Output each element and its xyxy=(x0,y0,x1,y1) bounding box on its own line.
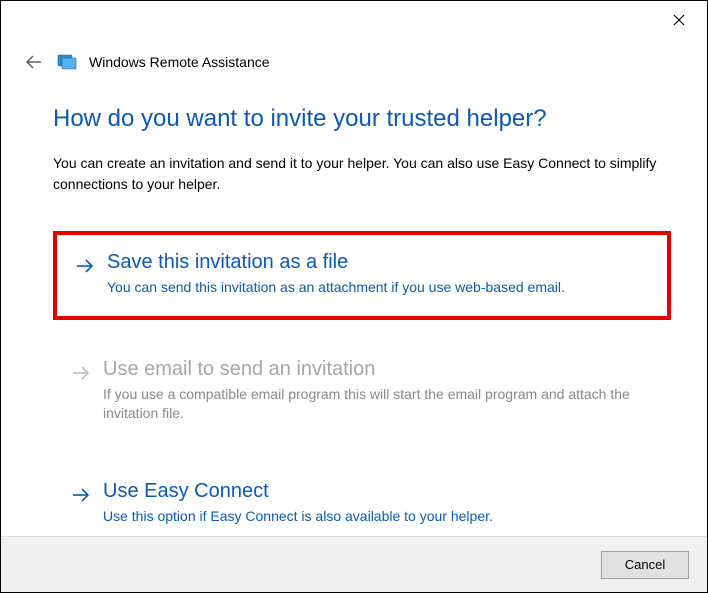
cancel-button[interactable]: Cancel xyxy=(601,551,689,579)
option-desc: You can send this invitation as an attac… xyxy=(107,278,649,298)
option-desc: Use this option if Easy Connect is also … xyxy=(103,507,653,527)
arrow-left-icon xyxy=(25,55,43,69)
page-subtext: You can create an invitation and send it… xyxy=(53,153,671,195)
option-title: Use email to send an invitation xyxy=(103,358,653,381)
close-button[interactable] xyxy=(665,9,693,31)
option-title: Save this invitation as a file xyxy=(107,251,649,274)
option-save-file[interactable]: Save this invitation as a file You can s… xyxy=(53,231,671,320)
option-easy-connect[interactable]: Use Easy Connect Use this option if Easy… xyxy=(53,464,671,545)
content: How do you want to invite your trusted h… xyxy=(53,105,671,566)
app-icon xyxy=(57,53,77,71)
header: Windows Remote Assistance xyxy=(23,51,685,73)
close-icon xyxy=(673,14,685,26)
arrow-right-icon xyxy=(75,253,95,279)
back-button[interactable] xyxy=(23,51,45,73)
option-desc: If you use a compatible email program th… xyxy=(103,385,653,424)
arrow-right-icon xyxy=(71,482,91,508)
arrow-right-icon xyxy=(71,360,91,386)
page-heading: How do you want to invite your trusted h… xyxy=(53,105,671,133)
option-email: Use email to send an invitation If you u… xyxy=(53,342,671,442)
app-title: Windows Remote Assistance xyxy=(89,54,270,70)
option-title: Use Easy Connect xyxy=(103,480,653,503)
footer: Cancel xyxy=(1,536,707,592)
